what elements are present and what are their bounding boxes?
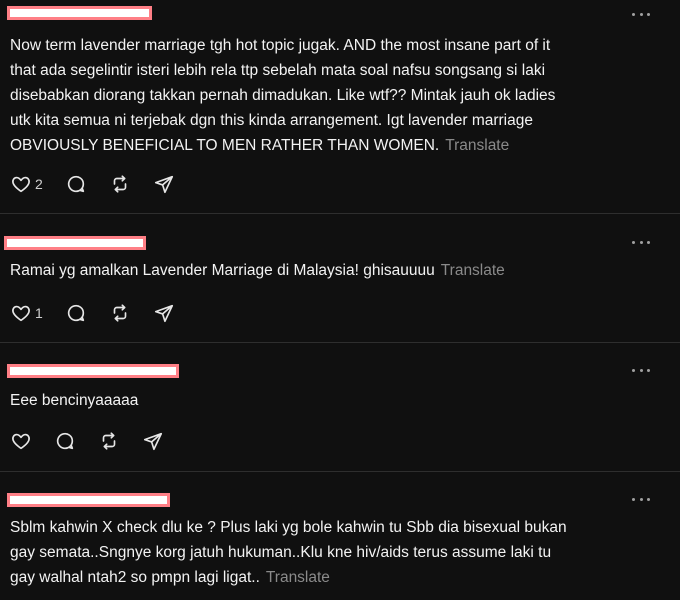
more-dot-icon — [639, 497, 643, 501]
more-dot-icon — [647, 240, 650, 244]
heart-icon — [12, 433, 30, 450]
translate-link[interactable]: Translate — [266, 569, 330, 586]
comment-body: Ramai yg amalkan Lavender Marriage di Ma… — [10, 262, 435, 279]
share-icon — [154, 175, 173, 194]
like-button[interactable]: 2 — [10, 173, 43, 195]
repost-icon — [102, 432, 116, 450]
repost-button[interactable] — [109, 173, 131, 195]
translate-link[interactable]: Translate — [441, 262, 505, 279]
more-dot-icon — [632, 368, 635, 372]
more-dot-icon — [632, 497, 635, 501]
reply-button[interactable] — [65, 173, 87, 195]
comment-text: Ramai yg amalkan Lavender Marriage di Ma… — [10, 258, 660, 283]
reply-button[interactable] — [54, 430, 76, 452]
share-button[interactable] — [142, 430, 164, 452]
redacted-username — [7, 6, 152, 20]
share-button[interactable] — [153, 173, 175, 195]
reply-button[interactable] — [65, 302, 87, 324]
comment-body: Eee bencinyaaaaa — [10, 392, 139, 409]
action-bar — [10, 429, 186, 453]
redacted-username — [7, 493, 170, 507]
comment-text: Eee bencinyaaaaa — [10, 388, 660, 413]
more-options-button[interactable] — [632, 365, 650, 375]
comment-text: Now term lavender marriage tgh hot topic… — [10, 33, 660, 158]
more-options-button[interactable] — [632, 9, 650, 19]
comment-icon — [56, 432, 74, 450]
share-icon — [143, 432, 163, 451]
like-button[interactable]: 1 — [10, 302, 43, 324]
repost-button[interactable] — [98, 430, 120, 452]
comment-icon — [67, 175, 84, 193]
more-dot-icon — [647, 12, 650, 16]
more-dot-icon — [647, 368, 650, 372]
redacted-username — [7, 364, 179, 378]
comment-icon — [67, 304, 84, 322]
action-bar: 1 — [10, 301, 197, 325]
comment-text: Sblm kahwin X check dlu ke ? Plus laki y… — [10, 515, 660, 590]
more-dot-icon — [632, 240, 635, 244]
divider — [0, 471, 680, 472]
translate-link[interactable]: Translate — [445, 137, 509, 154]
share-button[interactable] — [153, 302, 175, 324]
repost-button[interactable] — [109, 302, 131, 324]
repost-icon — [113, 175, 127, 193]
like-count: 2 — [35, 176, 43, 192]
redacted-username — [4, 236, 146, 250]
share-icon — [154, 304, 173, 323]
action-bar: 2 — [10, 172, 197, 196]
divider — [0, 213, 680, 214]
more-options-button[interactable] — [632, 494, 650, 504]
heart-icon — [12, 305, 30, 322]
more-dot-icon — [639, 368, 643, 372]
more-options-button[interactable] — [632, 237, 650, 247]
more-dot-icon — [639, 240, 643, 244]
more-dot-icon — [647, 497, 650, 501]
like-count: 1 — [35, 305, 43, 321]
repost-icon — [113, 304, 127, 322]
more-dot-icon — [639, 12, 643, 16]
like-button[interactable] — [10, 430, 32, 452]
divider — [0, 342, 680, 343]
more-dot-icon — [632, 12, 635, 16]
heart-icon — [12, 176, 30, 193]
